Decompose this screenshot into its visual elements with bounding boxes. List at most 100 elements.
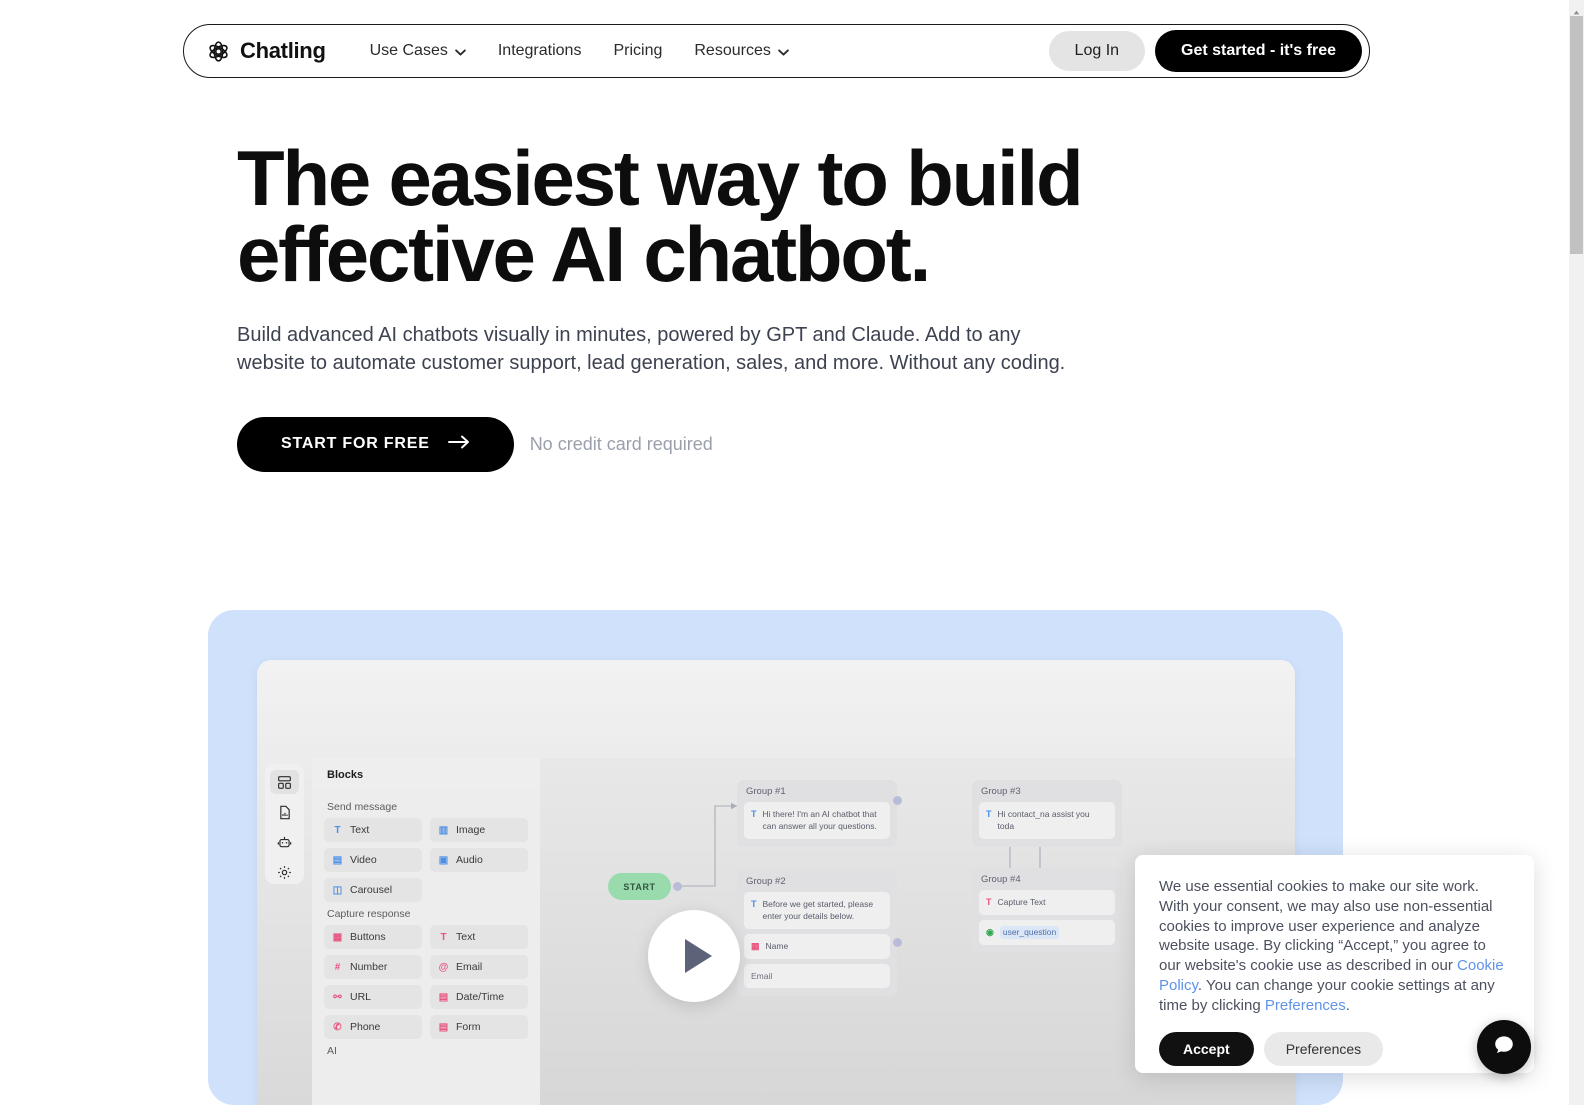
- flow-group-1[interactable]: Group #1 T Hi there! I'm an AI chatbot t…: [737, 780, 897, 847]
- arrow-right-icon: [447, 435, 470, 454]
- flow-card[interactable]: T Capture Text: [979, 890, 1115, 916]
- var-icon: ◉: [986, 927, 994, 938]
- nav-item-integrations[interactable]: Integrations: [482, 34, 598, 68]
- blocks-grid-capture-response: ▦ Buttons T Text # Number @ Email ⚯ URL ▤ Date…: [324, 925, 528, 1039]
- chat-widget-button[interactable]: [1477, 1020, 1531, 1074]
- flow-card-text: Name: [765, 940, 789, 951]
- flow-group-2[interactable]: Group #2 T Before we get started, please…: [737, 870, 897, 996]
- block-chip-url[interactable]: ⚯ URL: [324, 985, 422, 1009]
- audio-icon: ▣: [438, 854, 449, 866]
- phone-icon: ✆: [333, 1021, 342, 1033]
- cta-note: No credit card required: [529, 433, 713, 454]
- text-icon: T: [986, 809, 992, 819]
- flow-card[interactable]: T Hi there! I'm an AI chatbot that can a…: [744, 802, 890, 839]
- main-navbar: Chatling Use Cases Integrations Pricing …: [183, 24, 1370, 78]
- form-icon: ▤: [438, 1021, 449, 1033]
- scrollbar-thumb[interactable]: [1570, 16, 1583, 254]
- start-for-free-label: START FOR FREE: [281, 435, 430, 453]
- flow-port[interactable]: [893, 796, 902, 805]
- nav-item-pricing[interactable]: Pricing: [597, 34, 678, 68]
- text-icon: T: [751, 899, 757, 909]
- block-chip-video[interactable]: ▤ Video: [324, 848, 422, 872]
- hero-cta-row: START FOR FREE No credit card required: [237, 416, 1352, 472]
- flow-card[interactable]: ◉ user_question: [979, 920, 1115, 946]
- image-icon: ▥: [438, 824, 449, 836]
- block-label: Phone: [350, 1021, 381, 1033]
- hero-section: The easiest way to build effective AI ch…: [0, 139, 1569, 472]
- block-label: URL: [350, 991, 372, 1003]
- get-started-button[interactable]: Get started - it's free: [1155, 30, 1362, 72]
- block-label: Image: [456, 824, 486, 836]
- flow-card-text: Hi contact_na assist you toda: [997, 809, 1090, 832]
- block-chip-phone[interactable]: ✆ Phone: [324, 1015, 422, 1039]
- block-chip-image[interactable]: ▥ Image: [430, 818, 528, 842]
- nav-links: Use Cases Integrations Pricing Resources: [354, 34, 1049, 68]
- video-icon: ▤: [332, 854, 343, 866]
- block-chip-carousel[interactable]: ◫ Carousel: [324, 878, 422, 902]
- cookie-text-part1: We use essential cookies to make our sit…: [1159, 878, 1493, 975]
- flow-node-start[interactable]: START: [608, 873, 671, 900]
- blocks-section-label-ai: AI: [327, 1045, 337, 1057]
- preferences-link[interactable]: Preferences: [1265, 997, 1346, 1014]
- block-chip-email[interactable]: @ Email: [430, 955, 528, 979]
- brand-name: Chatling: [240, 38, 326, 63]
- page-scrollbar[interactable]: [1569, 0, 1584, 1105]
- block-label: Email: [456, 961, 483, 973]
- nav-item-label: Integrations: [497, 42, 582, 59]
- block-chip-buttons[interactable]: ▦ Buttons: [324, 925, 422, 949]
- cookie-preferences-button[interactable]: Preferences: [1263, 1031, 1384, 1066]
- block-label: Carousel: [350, 884, 393, 896]
- block-label: Form: [456, 1021, 481, 1033]
- brand-logo[interactable]: Chatling: [206, 38, 326, 64]
- play-video-button[interactable]: [648, 910, 740, 1002]
- block-label: Text: [350, 824, 370, 836]
- document-icon[interactable]: [270, 800, 299, 824]
- block-chip-form[interactable]: ▤ Form: [430, 1015, 528, 1039]
- block-chip-audio[interactable]: ▣ Audio: [430, 848, 528, 872]
- robot-icon[interactable]: [270, 830, 299, 854]
- block-label: Video: [350, 854, 377, 866]
- block-label: Number: [350, 961, 388, 973]
- blocks-icon[interactable]: [270, 770, 299, 794]
- gear-icon[interactable]: [270, 860, 299, 884]
- flow-group-3[interactable]: Group #3 T Hi contact_na assist you toda: [972, 780, 1122, 847]
- block-chip-text-capture[interactable]: T Text: [430, 925, 528, 949]
- block-label: Text: [456, 931, 476, 943]
- accept-cookies-button[interactable]: Accept: [1159, 1031, 1254, 1066]
- block-chip-datetime[interactable]: ▤ Date/Time: [430, 985, 528, 1009]
- flow-port[interactable]: [893, 938, 902, 947]
- text-icon: T: [986, 897, 992, 907]
- page-root: Chatling Use Cases Integrations Pricing …: [0, 0, 1569, 1105]
- flow-card-text: user_question: [999, 926, 1060, 940]
- blocks-section-label: Send message: [327, 801, 398, 813]
- scroll-up-arrow-icon[interactable]: [1573, 2, 1580, 15]
- chevron-down-icon: [455, 48, 466, 56]
- nav-item-use-cases[interactable]: Use Cases: [354, 34, 482, 68]
- editor-sidebar-rail: [265, 764, 304, 884]
- nav-item-resources[interactable]: Resources: [678, 34, 804, 68]
- at-icon: @: [438, 961, 449, 973]
- flow-group-title: Group #4: [981, 874, 1021, 885]
- atom-icon: [206, 39, 231, 64]
- chevron-down-icon: [778, 48, 789, 56]
- flow-group-title: Group #3: [981, 786, 1021, 797]
- flow-card[interactable]: T Hi contact_na assist you toda: [979, 802, 1115, 839]
- hero-subtitle: Build advanced AI chatbots visually in m…: [237, 323, 1066, 374]
- flow-card[interactable]: ▦ Name: [744, 933, 890, 959]
- carousel-icon: ◫: [332, 884, 343, 896]
- start-for-free-button[interactable]: START FOR FREE: [237, 416, 514, 472]
- flow-port[interactable]: [673, 882, 682, 891]
- nav-item-label: Use Cases: [369, 42, 448, 59]
- calendar-icon: ▤: [438, 991, 449, 1003]
- blocks-grid-send-message: T Text ▥ Image ▤ Video ▣ Audio ◫ Carousel: [324, 818, 528, 902]
- block-chip-text[interactable]: T Text: [324, 818, 422, 842]
- block-chip-number[interactable]: # Number: [324, 955, 422, 979]
- start-node-label: START: [623, 881, 656, 892]
- text-icon: T: [751, 809, 757, 819]
- flow-card[interactable]: Email: [744, 963, 890, 988]
- login-button[interactable]: Log In: [1048, 31, 1146, 71]
- flow-card-text: Hi there! I'm an AI chatbot that can ans…: [762, 809, 877, 832]
- flow-card[interactable]: T Before we get started, please enter yo…: [744, 892, 890, 929]
- flow-group-4[interactable]: Group #4 T Capture Text ◉ user_question: [972, 868, 1122, 954]
- flow-card-text: Capture Text: [997, 897, 1046, 907]
